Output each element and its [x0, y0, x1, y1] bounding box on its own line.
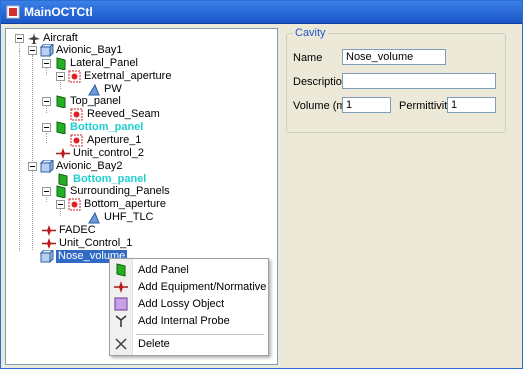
tree-node-label: Exetrnal_aperture — [84, 70, 172, 82]
context-menu: Add Panel Add Equipment/Normative Add Lo… — [109, 258, 269, 356]
tree-node-label: Surrounding_Panels — [70, 185, 170, 197]
aperture-icon — [68, 70, 81, 83]
probe-icon — [88, 211, 100, 224]
main-window: MainOCTCtl Aircraft Avionic_Bay1 Lateral… — [0, 0, 523, 369]
properties-panel: Cavity Name Description Volume (m³) Perm… — [280, 27, 518, 363]
tree-node-label: FADEC — [59, 224, 96, 236]
delete-icon — [115, 338, 127, 350]
tree-node-label: Unit_control_2 — [73, 147, 144, 159]
panel-icon — [56, 121, 66, 134]
tree-node-label: Reeved_Seam — [87, 108, 160, 120]
group-title: Cavity — [293, 27, 328, 39]
tree-node-bottom-aperture[interactable]: Bottom_aperture — [55, 198, 195, 211]
equipment-icon — [56, 148, 70, 159]
permittivity-label: Permittivity — [399, 100, 453, 112]
tree-node-label: Unit_Control_1 — [59, 237, 133, 249]
menu-item-add-internal-probe[interactable]: Add Internal Probe — [110, 313, 268, 330]
collapse-toggle[interactable] — [15, 34, 24, 43]
equipment-icon — [42, 225, 56, 236]
tree-node-label: Aperture_1 — [87, 134, 142, 146]
menu-item-add-panel[interactable]: Add Panel — [110, 262, 268, 279]
tree-node-label: Bottom_panel — [70, 121, 144, 133]
tree-node-exetrnal-aperture[interactable]: Exetrnal_aperture — [55, 70, 195, 83]
cavity-icon — [40, 44, 54, 57]
window-title: MainOCTCtl — [24, 5, 93, 19]
equipment-icon — [42, 238, 56, 249]
panel-icon — [56, 57, 66, 70]
cavity-icon — [40, 160, 54, 173]
menu-item-label: Add Lossy Object — [138, 298, 225, 310]
collapse-toggle[interactable] — [42, 97, 51, 106]
cavity-icon — [40, 250, 54, 263]
tree-node-bottom-panel-1[interactable]: Bottom_panel — [41, 121, 181, 134]
menu-item-label: Delete — [138, 338, 170, 350]
tree-node-label: Avionic_Bay2 — [56, 160, 123, 172]
menu-item-delete[interactable]: Delete — [110, 336, 268, 353]
probe-icon — [115, 315, 127, 327]
name-field[interactable] — [342, 49, 446, 65]
lossy-object-icon — [114, 297, 128, 311]
description-field[interactable] — [342, 73, 496, 89]
tree-node-avionic-bay1[interactable]: Avionic_Bay1 — [27, 44, 147, 57]
collapse-toggle[interactable] — [56, 72, 65, 81]
collapse-toggle[interactable] — [28, 162, 37, 171]
panel-icon — [56, 95, 66, 108]
collapse-toggle[interactable] — [28, 46, 37, 55]
menu-item-label: Add Panel — [138, 264, 189, 276]
tree-node-label: Top_panel — [70, 95, 121, 107]
permittivity-field[interactable] — [447, 97, 496, 113]
description-label: Description — [293, 76, 349, 88]
collapse-toggle[interactable] — [42, 123, 51, 132]
collapse-toggle[interactable] — [56, 200, 65, 209]
tree-node-aperture-1[interactable]: Aperture_1 — [70, 134, 190, 147]
menu-item-label: Add Internal Probe — [138, 315, 230, 327]
title-bar[interactable]: MainOCTCtl — [1, 1, 522, 24]
app-icon — [6, 5, 20, 19]
volume-field[interactable] — [342, 97, 391, 113]
panel-icon — [116, 263, 126, 277]
tree-node-label: UHF_TLC — [104, 211, 154, 223]
tree-node-reeved-seam[interactable]: Reeved_Seam — [70, 108, 190, 121]
menu-item-add-lossy-object[interactable]: Add Lossy Object — [110, 296, 268, 313]
tree-node-surrounding-panels[interactable]: Surrounding_Panels — [41, 185, 201, 198]
tree-node-label: Bottom_aperture — [84, 198, 166, 210]
menu-item-add-equipment[interactable]: Add Equipment/Normative — [110, 279, 268, 296]
tree-node-unit-control-1[interactable]: Unit_Control_1 — [42, 237, 162, 250]
tree-node-uhf-tlc[interactable]: UHF_TLC — [87, 211, 167, 224]
equipment-icon — [114, 281, 128, 293]
tree-node-label: Lateral_Panel — [70, 57, 138, 69]
collapse-toggle[interactable] — [42, 187, 51, 196]
tree-node-label: Avionic_Bay1 — [56, 44, 123, 56]
tree-node-lateral-panel[interactable]: Lateral_Panel — [41, 57, 161, 70]
tree-node-avionic-bay2[interactable]: Avionic_Bay2 — [27, 160, 147, 173]
tree-node-top-panel[interactable]: Top_panel — [41, 95, 161, 108]
cavity-group: Cavity Name Description Volume (m³) Perm… — [286, 27, 506, 133]
aperture-icon — [70, 108, 83, 121]
menu-separator — [136, 334, 264, 335]
aperture-icon — [68, 198, 81, 211]
panel-icon — [56, 185, 66, 198]
menu-item-label: Add Equipment/Normative — [138, 281, 267, 293]
collapse-toggle[interactable] — [42, 59, 51, 68]
aperture-icon — [70, 134, 83, 147]
tree-node-unit-control-2[interactable]: Unit_control_2 — [56, 147, 176, 160]
tree-node-fadec[interactable]: FADEC — [42, 224, 122, 237]
name-label: Name — [293, 52, 323, 64]
